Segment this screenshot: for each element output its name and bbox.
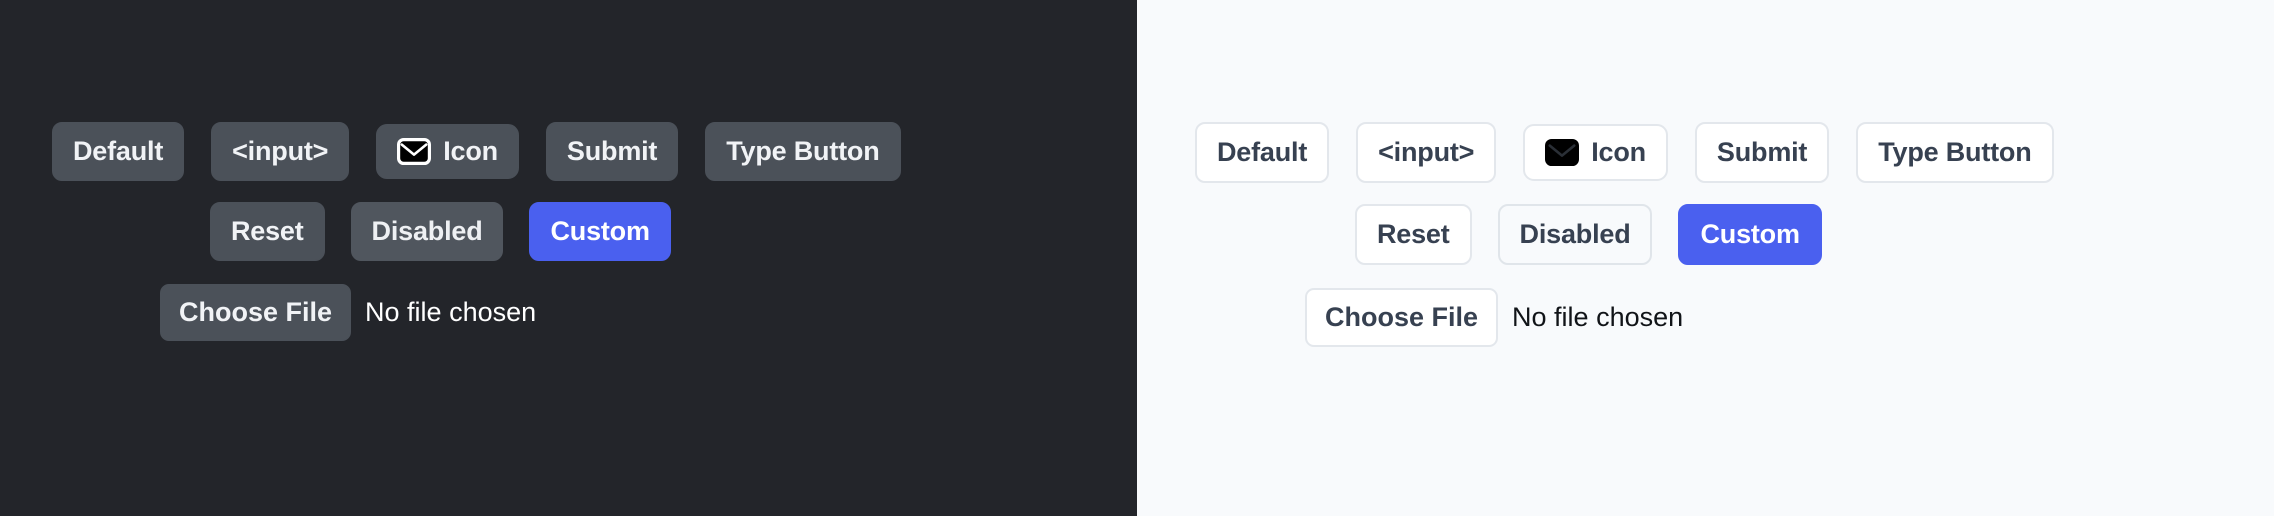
- dark-file-input-row: Choose File No file chosen: [0, 284, 536, 341]
- dark-panel-rows: Default <input> Icon Submit Type Button: [0, 0, 1137, 516]
- dark-theme-panel: Default <input> Icon Submit Type Button: [0, 0, 1137, 516]
- button-label: Default: [1217, 137, 1308, 167]
- light-primary-buttons-row: Default <input> Icon Submit Type Button: [1137, 122, 2054, 183]
- button-label: <input>: [1378, 137, 1475, 167]
- button-label: <input>: [232, 136, 329, 166]
- envelope-icon: [1545, 139, 1580, 166]
- button-label: Custom: [550, 216, 650, 246]
- button-custom[interactable]: Custom: [1678, 204, 1822, 265]
- button-label: Icon: [443, 136, 498, 166]
- file-status-text: No file chosen: [365, 297, 537, 327]
- button-disabled: Disabled: [1497, 204, 1653, 265]
- file-input-control[interactable]: Choose File No file chosen: [1305, 288, 1683, 347]
- button-label: Submit: [1716, 137, 1808, 167]
- button-submit[interactable]: Submit: [1694, 122, 1830, 183]
- button-label: Type Button: [1878, 137, 2032, 167]
- light-file-input-row: Choose File No file chosen: [1137, 288, 1683, 347]
- button-input[interactable]: <input>: [1356, 122, 1497, 183]
- button-reset[interactable]: Reset: [210, 202, 325, 261]
- button-icon[interactable]: Icon: [376, 124, 519, 179]
- button-label: Custom: [1700, 219, 1800, 249]
- envelope-icon: [397, 138, 432, 165]
- button-label: Default: [73, 136, 164, 166]
- button-label: Disabled: [371, 216, 483, 246]
- button-label: Type Button: [726, 136, 880, 166]
- file-status-text: No file chosen: [1512, 302, 1684, 332]
- light-panel-rows: Default <input> Icon Submit Type Button: [1137, 0, 2274, 516]
- button-default[interactable]: Default: [1195, 122, 1330, 183]
- choose-file-button[interactable]: Choose File: [160, 284, 352, 341]
- button-label: Reset: [1377, 219, 1450, 249]
- button-icon[interactable]: Icon: [1523, 124, 1668, 181]
- dark-secondary-buttons-row: Reset Disabled Custom: [0, 202, 671, 261]
- light-secondary-buttons-row: Reset Disabled Custom: [1137, 204, 1822, 265]
- button-label: Submit: [566, 136, 658, 166]
- button-reset[interactable]: Reset: [1355, 204, 1472, 265]
- button-input[interactable]: <input>: [211, 122, 350, 181]
- button-label: Reset: [231, 216, 304, 246]
- dark-primary-buttons-row: Default <input> Icon Submit Type Button: [0, 122, 901, 181]
- button-disabled: Disabled: [350, 202, 504, 261]
- button-submit[interactable]: Submit: [545, 122, 679, 181]
- button-label: Disabled: [1519, 219, 1631, 249]
- button-default[interactable]: Default: [52, 122, 185, 181]
- button-label: Icon: [1591, 137, 1646, 167]
- file-input-control[interactable]: Choose File No file chosen: [160, 284, 536, 341]
- button-custom[interactable]: Custom: [529, 202, 671, 261]
- button-type-button[interactable]: Type Button: [705, 122, 901, 181]
- button-type-button[interactable]: Type Button: [1856, 122, 2054, 183]
- light-theme-panel: Default <input> Icon Submit Type Button: [1137, 0, 2274, 516]
- choose-file-button[interactable]: Choose File: [1305, 288, 1499, 347]
